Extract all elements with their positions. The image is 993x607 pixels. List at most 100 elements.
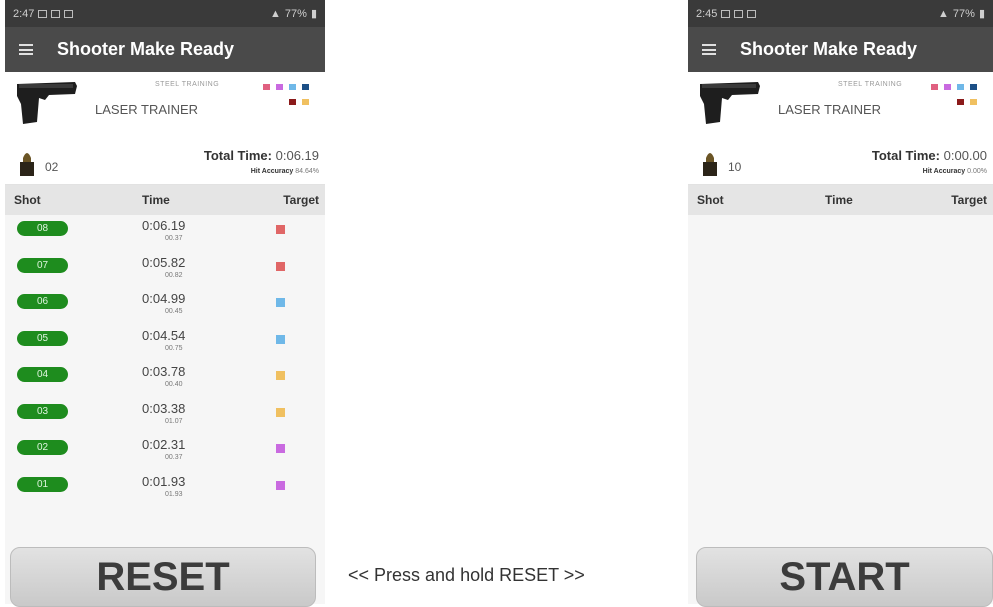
shot-row[interactable]: 03 0:03.38 01.07 — [5, 398, 325, 435]
column-target: Target — [283, 193, 319, 207]
target-color-square — [276, 225, 285, 234]
swatch — [302, 84, 309, 90]
hamburger-menu-icon[interactable] — [702, 44, 716, 55]
swatch — [944, 84, 951, 90]
battery-icon: ▮ — [978, 8, 985, 20]
shot-row[interactable]: 05 0:04.54 00.75 — [5, 325, 325, 362]
shot-time: 0:04.54 — [142, 327, 186, 343]
swatch — [957, 99, 964, 105]
total-time: Total Time: 0:06.19 — [204, 148, 319, 163]
swatch — [289, 84, 296, 90]
shot-list[interactable]: 08 0:06.19 00.37 07 0:05.82 00.82 06 0:04.99 00.… — [5, 215, 325, 507]
profile-subtitle: STEEL TRAINING — [155, 81, 220, 88]
target-color-square — [276, 261, 285, 271]
shot-split: 01.93 — [165, 490, 183, 498]
shot-row[interactable]: 08 0:06.19 00.37 — [5, 215, 325, 252]
instruction-caption: << Press and hold RESET >> — [348, 565, 585, 585]
notification-icon — [747, 9, 757, 18]
round-count: 10 — [728, 160, 742, 174]
column-shot: Shot — [14, 193, 41, 207]
shot-number-badge: 08 — [17, 221, 68, 236]
hit-accuracy-value: 84.64% — [295, 168, 319, 175]
target-color-square — [276, 480, 285, 490]
bullet-icon — [20, 153, 34, 176]
notification-icon — [721, 9, 731, 18]
bullet-icon — [703, 153, 717, 176]
hit-accuracy: Hit Accuracy 0.00% — [923, 168, 987, 175]
shot-time: 0:04.99 — [142, 291, 186, 306]
swatch — [263, 84, 270, 90]
hit-accuracy: Hit Accuracy 84.64% — [251, 168, 319, 175]
total-time-label: Total Time: — [203, 148, 272, 163]
swatch — [970, 99, 977, 105]
app-bar: Shooter Make Ready — [5, 27, 325, 72]
column-target: Target — [951, 193, 987, 207]
app-title: Shooter Make Ready — [740, 39, 918, 59]
reset-button[interactable]: RESET — [10, 547, 316, 607]
column-header: Shot Time Target — [688, 185, 993, 215]
notification-icon — [38, 9, 48, 18]
total-time-value: 0:06.19 — [275, 148, 319, 163]
shot-split: 00.37 — [165, 454, 183, 461]
app-bar: Shooter Make Ready — [688, 27, 993, 72]
shot-number-badge: 06 — [17, 294, 68, 309]
shot-number-badge: 01 — [17, 476, 68, 492]
status-bar: 2:47 ▲ 77% ▮ — [5, 0, 325, 27]
shot-split: 00.45 — [165, 308, 183, 315]
total-time: Total Time: 0:00.00 — [872, 148, 987, 163]
left-phone-screen: 2:47 ▲ 77% ▮ Shooter Make Ready STEEL TR… — [5, 0, 325, 604]
target-color-square — [276, 371, 285, 380]
clock: 2:45 — [696, 7, 718, 20]
battery-icon: ▮ — [310, 8, 317, 20]
shot-number-badge: 07 — [17, 257, 68, 273]
shot-split: 01.07 — [165, 417, 183, 425]
column-time: Time — [142, 193, 170, 207]
shot-time: 0:03.38 — [142, 400, 186, 416]
shot-number-badge: 04 — [17, 367, 68, 382]
column-shot: Shot — [697, 193, 724, 207]
right-phone-screen: 2:45 ▲ 77% ▮ Shooter Make Ready STEEL TR… — [688, 0, 993, 604]
target-color-swatches — [925, 84, 985, 114]
shot-split: 00.37 — [165, 235, 183, 242]
target-color-swatches — [257, 84, 317, 114]
swatch — [289, 99, 296, 105]
shot-row[interactable]: 01 0:01.93 01.93 — [5, 471, 325, 508]
shot-number-badge: 02 — [17, 440, 68, 455]
shot-row[interactable]: 02 0:02.31 00.37 — [5, 434, 325, 471]
signal-icon: ▲ — [938, 7, 949, 20]
shot-time: 0:01.93 — [142, 473, 186, 489]
target-color-square — [276, 334, 285, 344]
pistol-icon — [17, 82, 77, 124]
round-count: 02 — [45, 160, 59, 174]
shot-split: 00.75 — [165, 344, 183, 352]
shot-time: 0:06.19 — [142, 218, 186, 233]
shot-row[interactable]: 07 0:05.82 00.82 — [5, 252, 325, 289]
column-header: Shot Time Target — [5, 185, 325, 215]
shot-number-badge: 03 — [17, 403, 68, 419]
clock: 2:47 — [13, 7, 35, 20]
shot-split: 00.40 — [165, 381, 183, 388]
target-color-square — [276, 407, 285, 417]
stats-row: 02 Total Time: 0:06.19 Hit Accuracy 84.6… — [5, 142, 325, 185]
shot-time: 0:02.31 — [142, 437, 186, 452]
shot-row[interactable]: 06 0:04.99 00.45 — [5, 288, 325, 325]
hit-accuracy-label: Hit Accuracy — [250, 168, 294, 175]
notification-icon — [64, 9, 74, 18]
shot-row[interactable]: 04 0:03.78 00.40 — [5, 361, 325, 398]
stats-row: 10 Total Time: 0:00.00 Hit Accuracy 0.00… — [688, 142, 993, 185]
profile-bar[interactable]: STEEL TRAINING LASER TRAINER — [688, 72, 993, 142]
profile-name: LASER TRAINER — [95, 102, 199, 117]
swatch — [957, 84, 964, 90]
battery-level: 77% — [952, 7, 975, 20]
app-title: Shooter Make Ready — [57, 39, 235, 59]
total-time-value: 0:00.00 — [943, 148, 987, 163]
profile-bar[interactable]: STEEL TRAINING LASER TRAINER — [5, 72, 325, 142]
start-button[interactable]: START — [696, 547, 993, 607]
hit-accuracy-label: Hit Accuracy — [922, 168, 966, 175]
swatch — [931, 84, 938, 90]
swatch — [302, 99, 309, 105]
status-bar: 2:45 ▲ 77% ▮ — [688, 0, 993, 27]
hamburger-menu-icon[interactable] — [19, 44, 33, 55]
notification-icon — [734, 9, 744, 18]
swatch — [276, 84, 283, 90]
